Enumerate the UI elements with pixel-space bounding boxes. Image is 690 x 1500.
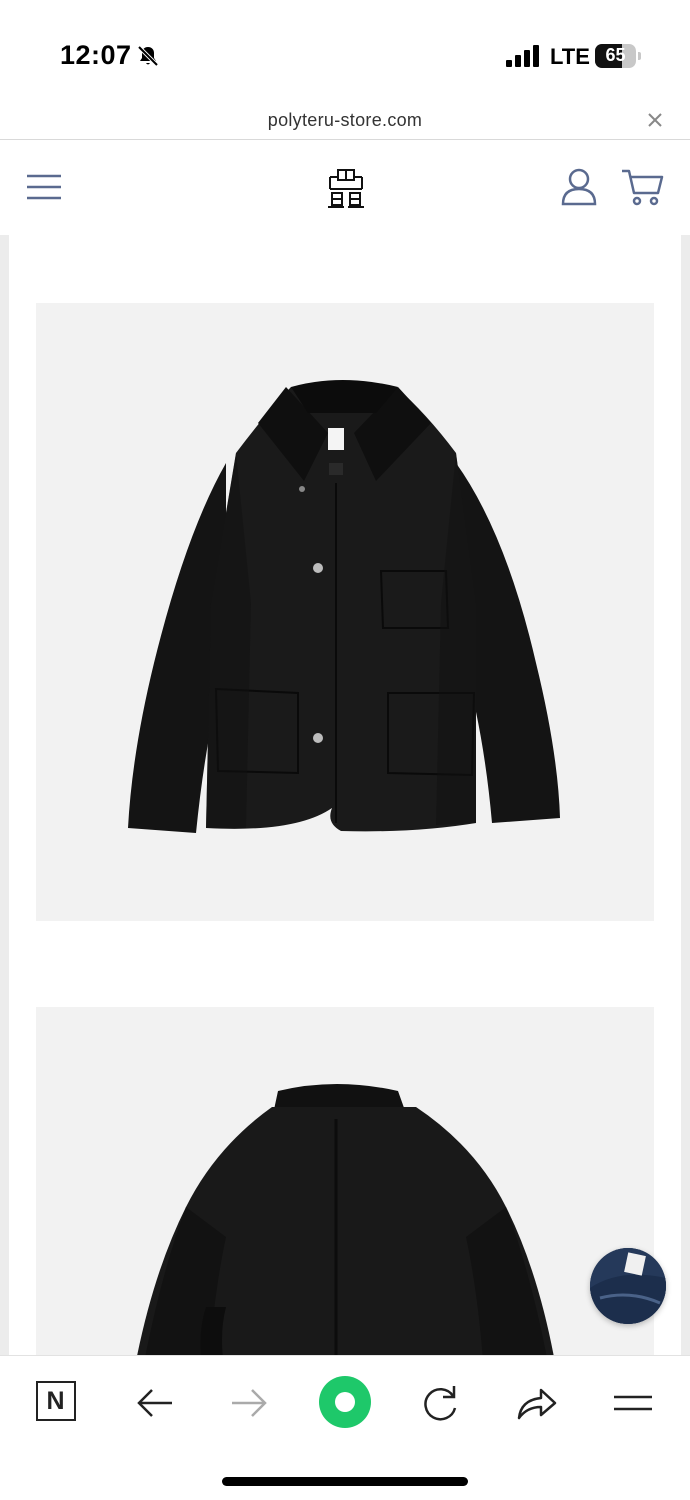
close-icon[interactable] [645, 110, 665, 130]
network-label: LTE [550, 44, 590, 69]
product-image-front[interactable] [36, 303, 654, 921]
cart-icon[interactable] [620, 167, 664, 207]
jacket-front-illustration [128, 380, 560, 833]
home-indicator [222, 1477, 468, 1486]
share-icon[interactable] [511, 1378, 561, 1428]
status-time: 12:07 [60, 40, 132, 70]
naver-n-icon[interactable]: N [36, 1381, 76, 1421]
cellular-signal-icon [506, 45, 539, 67]
account-icon[interactable] [560, 167, 598, 207]
naver-n-label: N [46, 1387, 65, 1415]
polyteru-logo[interactable] [326, 167, 366, 209]
site-header [0, 141, 690, 235]
product-gallery[interactable] [0, 235, 690, 1355]
page-margin-left [0, 235, 9, 1355]
browser-url-bar[interactable]: polyteru-store.com [0, 100, 690, 140]
status-bar: 12:07 LTE 65 [0, 0, 690, 100]
menu-icon[interactable] [608, 1378, 658, 1428]
hamburger-menu-icon[interactable] [26, 173, 62, 201]
forward-arrow-icon[interactable] [224, 1378, 274, 1428]
battery-icon: 65 [595, 44, 641, 68]
jacket-back-illustration [137, 1084, 554, 1355]
url-text[interactable]: polyteru-store.com [0, 110, 690, 131]
product-image-back[interactable] [36, 1007, 654, 1355]
back-arrow-icon[interactable] [130, 1378, 180, 1428]
refresh-icon[interactable] [415, 1378, 465, 1428]
browser-toolbar: N [0, 1355, 690, 1500]
green-dot-icon[interactable] [319, 1376, 371, 1428]
bell-slash-icon [137, 45, 159, 67]
floating-product-thumbnail[interactable] [590, 1248, 666, 1324]
battery-percent: 65 [605, 45, 626, 65]
page-margin-right [681, 235, 690, 1355]
denim-thumbnail-image [590, 1248, 666, 1324]
